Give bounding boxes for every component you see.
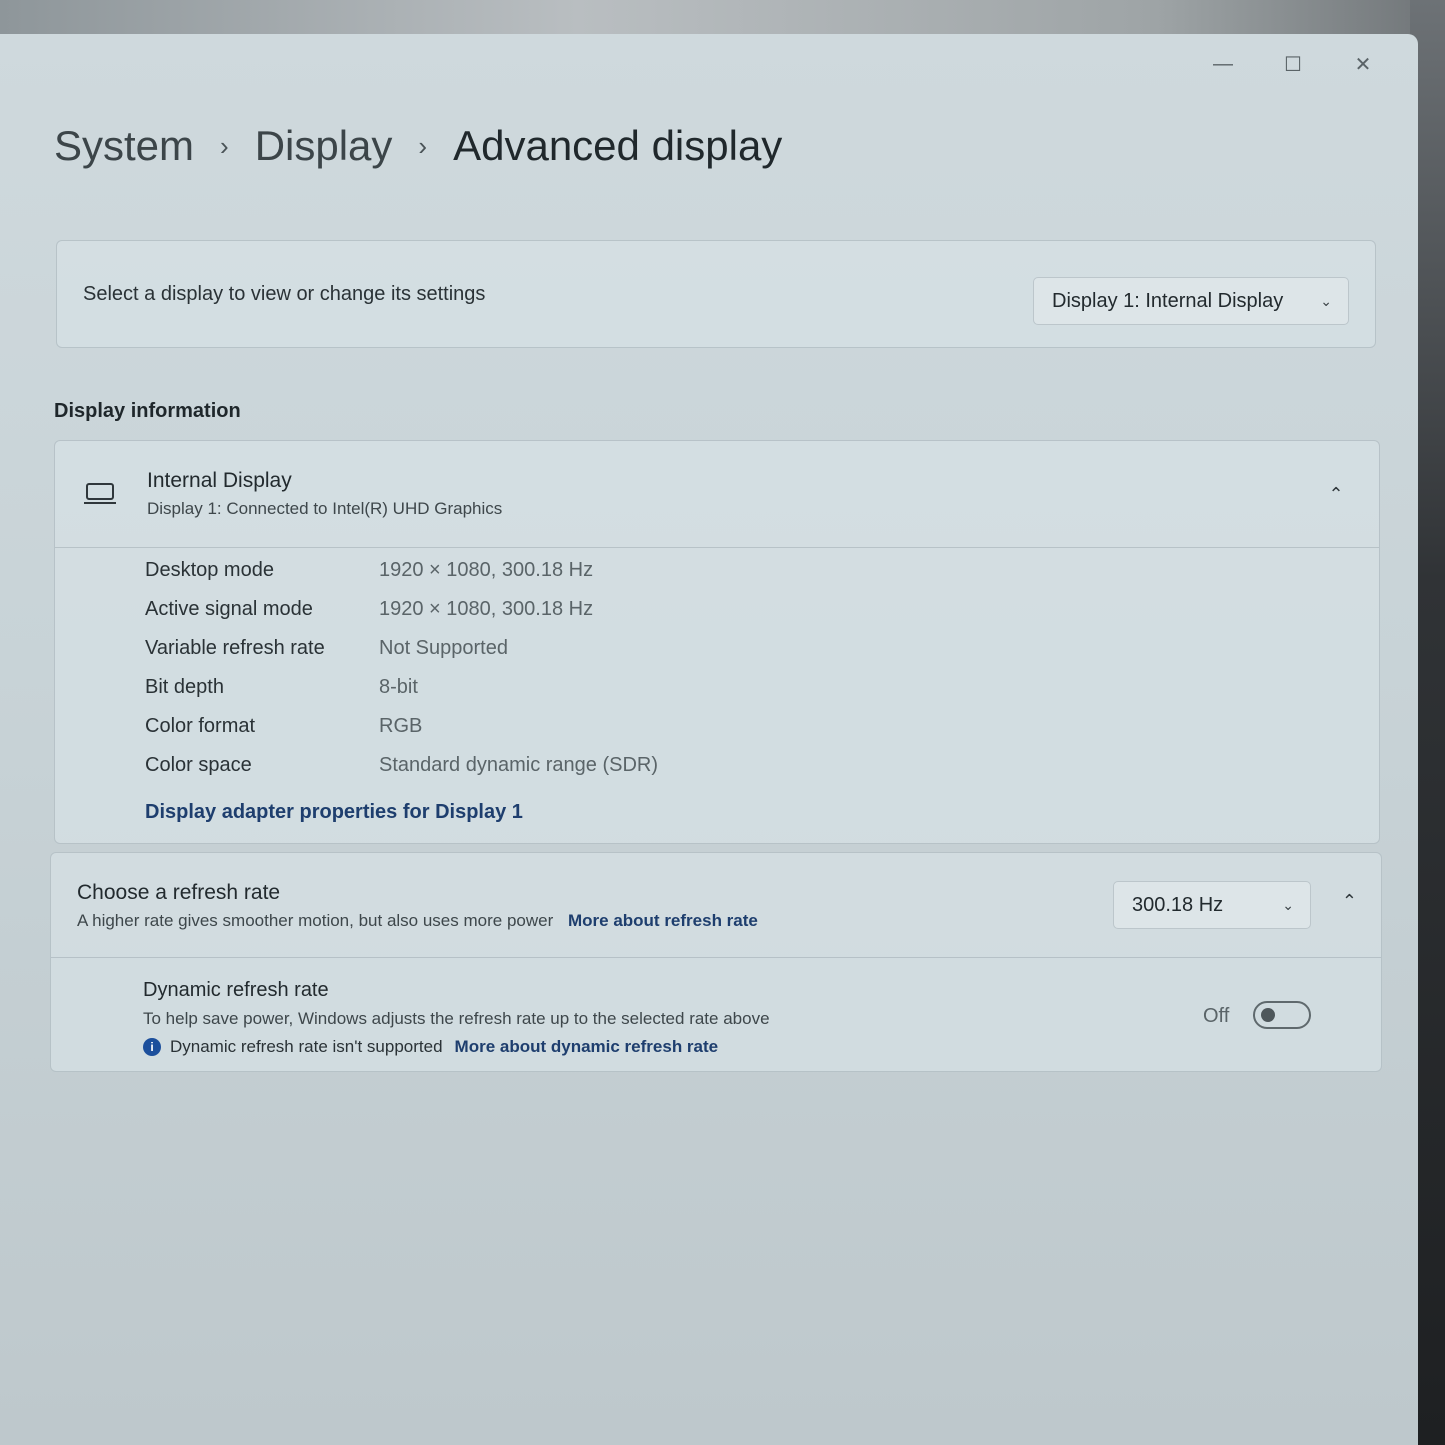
title-bar-controls: — ☐ ✕ [1188, 46, 1398, 82]
property-key: Active signal mode [145, 598, 313, 620]
refresh-rate-description: A higher rate gives smoother motion, but… [77, 911, 758, 931]
settings-window: — ☐ ✕ System › Display › Advanced displa… [0, 34, 1418, 1445]
property-key: Desktop mode [145, 559, 274, 581]
minimize-button[interactable]: — [1188, 46, 1258, 82]
property-value: 8-bit [379, 676, 418, 698]
chevron-down-icon: ⌄ [1320, 292, 1332, 309]
refresh-rate-header: Choose a refresh rate A higher rate give… [51, 853, 1381, 958]
chevron-up-icon[interactable]: ⌃ [1342, 891, 1357, 912]
breadcrumb-system[interactable]: System [54, 122, 194, 170]
property-value: 1920 × 1080, 300.18 Hz [379, 598, 594, 620]
property-key: Bit depth [145, 676, 224, 698]
laptop-icon [84, 483, 116, 504]
chevron-down-icon: ⌄ [1282, 896, 1294, 913]
display-adapter-properties-link[interactable]: Display adapter properties for Display 1 [145, 801, 523, 824]
display-info-header[interactable]: Internal Display Display 1: Connected to… [55, 441, 1379, 548]
property-key: Variable refresh rate [145, 637, 325, 659]
close-button[interactable]: ✕ [1328, 46, 1398, 82]
select-display-label: Select a display to view or change its s… [83, 283, 486, 305]
dynamic-refresh-rate-title: Dynamic refresh rate [143, 979, 329, 1001]
property-value: Standard dynamic range (SDR) [379, 754, 659, 776]
maximize-button[interactable]: ☐ [1258, 46, 1328, 82]
breadcrumb-separator-icon: › [418, 130, 428, 161]
page-title: Advanced display [453, 122, 783, 169]
breadcrumb: System › Display › Advanced display [54, 122, 782, 170]
refresh-rate-card: Choose a refresh rate A higher rate give… [50, 852, 1382, 1072]
property-key: Color space [145, 754, 252, 776]
display-select-dropdown[interactable]: Display 1: Internal Display ⌄ [1033, 277, 1349, 325]
property-key: Color format [145, 715, 256, 737]
refresh-rate-subtitle: A higher rate gives smoother motion, but… [77, 911, 554, 930]
toggle-knob [1261, 1008, 1275, 1022]
breadcrumb-display[interactable]: Display [255, 122, 393, 170]
chevron-up-icon[interactable]: ⌃ [1323, 481, 1349, 507]
dynamic-refresh-rate-toggle[interactable] [1253, 1001, 1311, 1029]
property-value: Not Supported [379, 637, 508, 659]
refresh-rate-dropdown[interactable]: 300.18 Hz ⌄ [1113, 881, 1311, 929]
dynamic-refresh-rate-description: To help save power, Windows adjusts the … [143, 1009, 770, 1028]
info-icon: i [143, 1038, 161, 1056]
refresh-rate-title: Choose a refresh rate [77, 881, 281, 904]
display-connection: Display 1: Connected to Intel(R) UHD Gra… [147, 499, 503, 518]
select-display-card: Select a display to view or change its s… [56, 240, 1376, 348]
property-value: 1920 × 1080, 300.18 Hz [379, 559, 594, 581]
property-value: RGB [379, 715, 423, 737]
refresh-rate-value: 300.18 Hz [1132, 893, 1224, 916]
breadcrumb-separator-icon: › [220, 130, 229, 161]
toggle-state-label: Off [1203, 1005, 1230, 1027]
display-information-card: Internal Display Display 1: Connected to… [54, 440, 1380, 844]
dynamic-refresh-rate-note: i Dynamic refresh rate isn't supported M… [143, 1037, 718, 1057]
display-information-heading: Display information [54, 400, 241, 422]
display-select-value: Display 1: Internal Display [1052, 289, 1284, 312]
more-about-refresh-rate-link[interactable]: More about refresh rate [568, 911, 758, 930]
display-name: Internal Display [147, 469, 292, 492]
dynamic-refresh-unsupported-text: Dynamic refresh rate isn't supported [170, 1037, 443, 1056]
more-about-dynamic-refresh-rate-link[interactable]: More about dynamic refresh rate [455, 1037, 719, 1057]
